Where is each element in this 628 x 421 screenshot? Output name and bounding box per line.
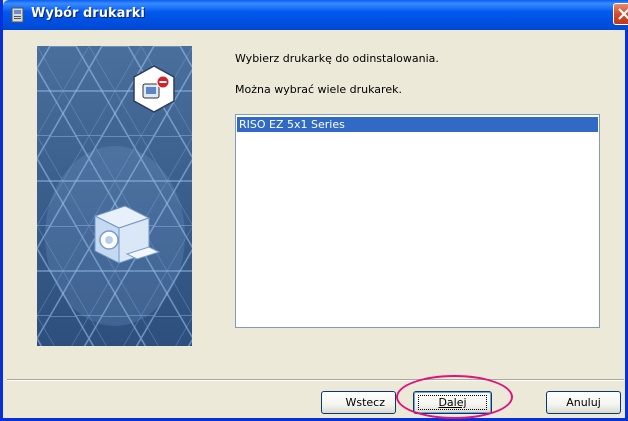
title-bar[interactable]: Wybór drukarki	[3, 0, 628, 30]
back-button[interactable]: Wstecz	[321, 391, 396, 414]
printer-listbox[interactable]: RISO EZ 5x1 Series	[235, 114, 600, 328]
hint-text: Można wybrać wiele drukarek.	[235, 83, 402, 96]
close-button[interactable]	[613, 3, 628, 25]
window-title: Wybór drukarki	[31, 6, 145, 21]
close-icon	[618, 8, 628, 20]
highlight-ring	[396, 375, 513, 419]
uninstall-badge-icon	[133, 65, 175, 113]
instruction-text: Wybierz drukarkę do odinstalowania.	[235, 52, 439, 65]
wizard-illustration	[37, 46, 192, 346]
cancel-button[interactable]: Anuluj	[546, 391, 621, 414]
installer-window: Wybór drukarki Wybierz drukarkę do odins…	[0, 0, 628, 421]
printer-list-item[interactable]: RISO EZ 5x1 Series	[237, 117, 598, 132]
installer-icon	[11, 7, 25, 23]
footer-divider	[7, 379, 624, 381]
